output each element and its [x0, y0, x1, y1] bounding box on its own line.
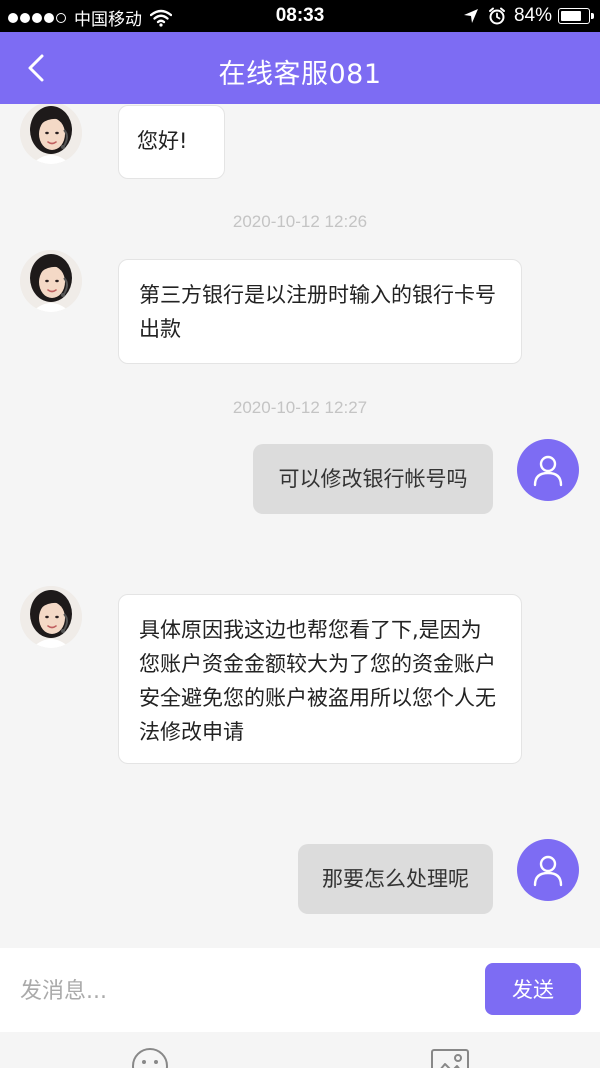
user-message-bubble[interactable]: 可以修改银行帐号吗: [253, 444, 493, 514]
user-icon: [533, 455, 563, 487]
user-icon: [533, 855, 563, 887]
bottom-toolbar: [0, 1032, 600, 1068]
user-avatar[interactable]: [517, 839, 579, 901]
agent-avatar[interactable]: [20, 586, 82, 648]
user-avatar[interactable]: [517, 439, 579, 501]
agent-message-bubble[interactable]: 第三方银行是以注册时输入的银行卡号出款: [118, 259, 522, 364]
location-arrow-icon: [463, 9, 478, 23]
page-title: 在线客服081: [218, 59, 382, 90]
agent-message-bubble[interactable]: 您好!: [118, 105, 225, 179]
emoji-icon[interactable]: [130, 1046, 170, 1068]
agent-avatar[interactable]: [20, 104, 82, 164]
message-text: 那要怎么处理呢: [322, 867, 469, 891]
message-input[interactable]: [18, 966, 462, 1016]
battery-percentage: 84%: [513, 5, 552, 26]
message-text: 可以修改银行帐号吗: [278, 467, 468, 491]
nav-bar: 在线客服081: [0, 32, 600, 104]
message-timestamp: 2020-10-12 12:26: [232, 212, 368, 231]
user-message-bubble[interactable]: 那要怎么处理呢: [298, 844, 493, 914]
alarm-icon: [488, 7, 505, 25]
status-right: 84%: [462, 5, 594, 27]
chat-message-list[interactable]: 您好! 2020-10-12 12:26 第三方银行是以注册时输入的银行卡号出款…: [0, 104, 600, 948]
agent-avatar-image: [20, 586, 82, 648]
image-icon[interactable]: [430, 1048, 470, 1068]
send-button[interactable]: 发送: [485, 963, 581, 1015]
message-text: 第三方银行是以注册时输入的银行卡号出款: [139, 283, 496, 341]
agent-avatar-image: [20, 104, 82, 164]
message-text: 具体原因我这边也帮您看了下,是因为您账户资金金额较大为了您的资金账户安全避免您的…: [139, 618, 496, 744]
agent-avatar-image: [20, 250, 82, 312]
message-input-bar: 发送: [0, 948, 600, 1032]
battery-icon: [558, 8, 594, 24]
agent-avatar[interactable]: [20, 250, 82, 312]
status-bar: 中国移动 08:33 84%: [0, 0, 600, 32]
message-timestamp: 2020-10-12 12:27: [232, 398, 368, 417]
message-text: 您好!: [137, 129, 188, 153]
agent-message-bubble[interactable]: 具体原因我这边也帮您看了下,是因为您账户资金金额较大为了您的资金账户安全避免您的…: [118, 594, 522, 764]
